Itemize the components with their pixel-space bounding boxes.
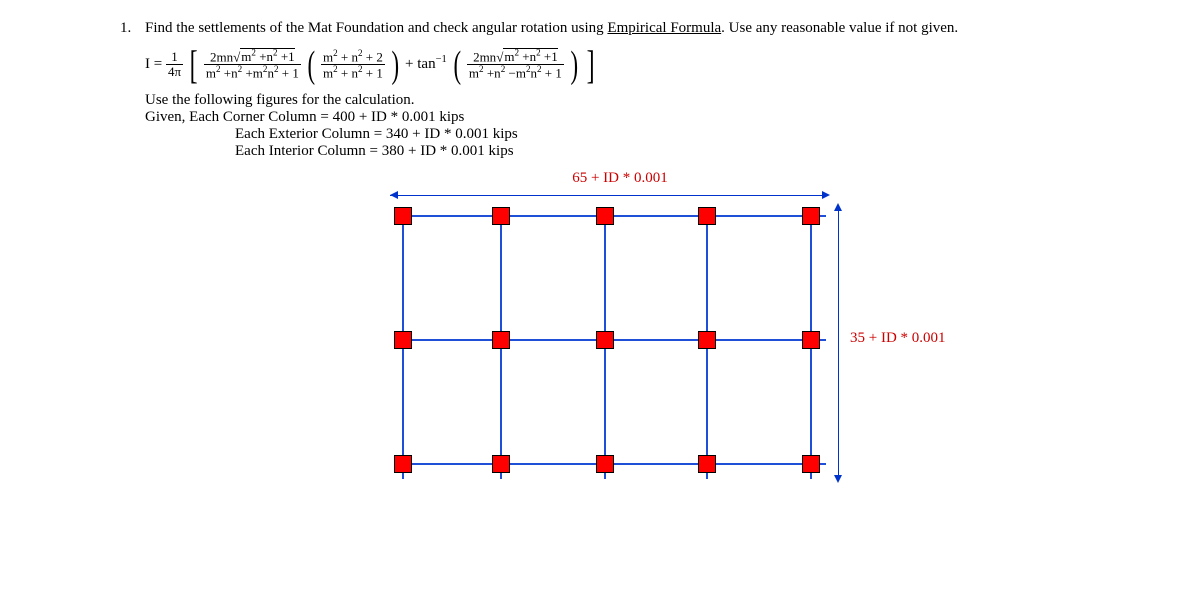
paren-close-1: ) bbox=[391, 43, 399, 87]
coef-num: 1 bbox=[166, 50, 183, 65]
column-box bbox=[802, 331, 820, 349]
question-prompt: Find the settlements of the Mat Foundati… bbox=[145, 20, 958, 37]
column-box bbox=[698, 455, 716, 473]
prompt-tail: . Use any reasonable value if not given. bbox=[721, 20, 958, 36]
term1-den: m2 +n2 +m2n2 + 1 bbox=[204, 65, 301, 80]
column-box bbox=[596, 455, 614, 473]
given-line2: Each Exterior Column = 340 + ID * 0.001 … bbox=[235, 126, 1140, 143]
question-number: 1. bbox=[120, 20, 145, 37]
given-block: Use the following figures for the calcul… bbox=[145, 92, 1140, 160]
influence-factor-formula: I = 1 4π [ 2mn√m2 +n2 +1 m2 +n2 +m2n2 + … bbox=[145, 41, 1140, 88]
column-box bbox=[492, 455, 510, 473]
term2-num: m2 + n2 + 2 bbox=[321, 49, 385, 65]
top-dimension-arrow bbox=[390, 189, 830, 203]
paren-open-1: ( bbox=[307, 43, 315, 87]
right-dimension-label: 35 + ID * 0.001 bbox=[850, 330, 946, 347]
plus-tan: + tan bbox=[405, 56, 436, 72]
column-box bbox=[802, 455, 820, 473]
column-box bbox=[802, 207, 820, 225]
given-line3: Each Interior Column = 380 + ID * 0.001 … bbox=[235, 143, 1140, 160]
prompt-plain: Find the settlements of the Mat Foundati… bbox=[145, 20, 607, 36]
term3-den: m2 +n2 −m2n2 + 1 bbox=[467, 65, 564, 80]
column-box bbox=[596, 207, 614, 225]
column-box bbox=[698, 331, 716, 349]
paren-open-2: ( bbox=[453, 43, 461, 87]
tan-exp: −1 bbox=[436, 54, 447, 65]
mat-foundation-diagram: 65 + ID * 0.001 35 + ID * 0.001 bbox=[390, 170, 1090, 483]
bracket-open: [ bbox=[189, 41, 197, 88]
column-box bbox=[698, 207, 716, 225]
bracket-close: ] bbox=[587, 41, 595, 88]
column-box bbox=[394, 331, 412, 349]
given-line1: Given, Each Corner Column = 400 + ID * 0… bbox=[145, 109, 1140, 126]
formula-lhs: I = bbox=[145, 56, 162, 72]
given-intro: Use the following figures for the calcul… bbox=[145, 92, 1140, 109]
right-dimension-arrow bbox=[832, 203, 846, 483]
column-box bbox=[394, 455, 412, 473]
top-dimension-label: 65 + ID * 0.001 bbox=[400, 170, 840, 187]
column-box bbox=[492, 331, 510, 349]
prompt-underlined: Empirical Formula bbox=[607, 20, 721, 36]
column-box bbox=[596, 331, 614, 349]
column-grid bbox=[390, 203, 830, 483]
paren-close-2: ) bbox=[570, 43, 578, 87]
term2-den: m2 + n2 + 1 bbox=[321, 65, 385, 80]
term3-num: 2mn√m2 +n2 +1 bbox=[467, 49, 564, 65]
column-box bbox=[394, 207, 412, 225]
column-box bbox=[492, 207, 510, 225]
term1-num: 2mn√m2 +n2 +1 bbox=[204, 49, 301, 65]
coef-den: 4π bbox=[166, 65, 183, 79]
